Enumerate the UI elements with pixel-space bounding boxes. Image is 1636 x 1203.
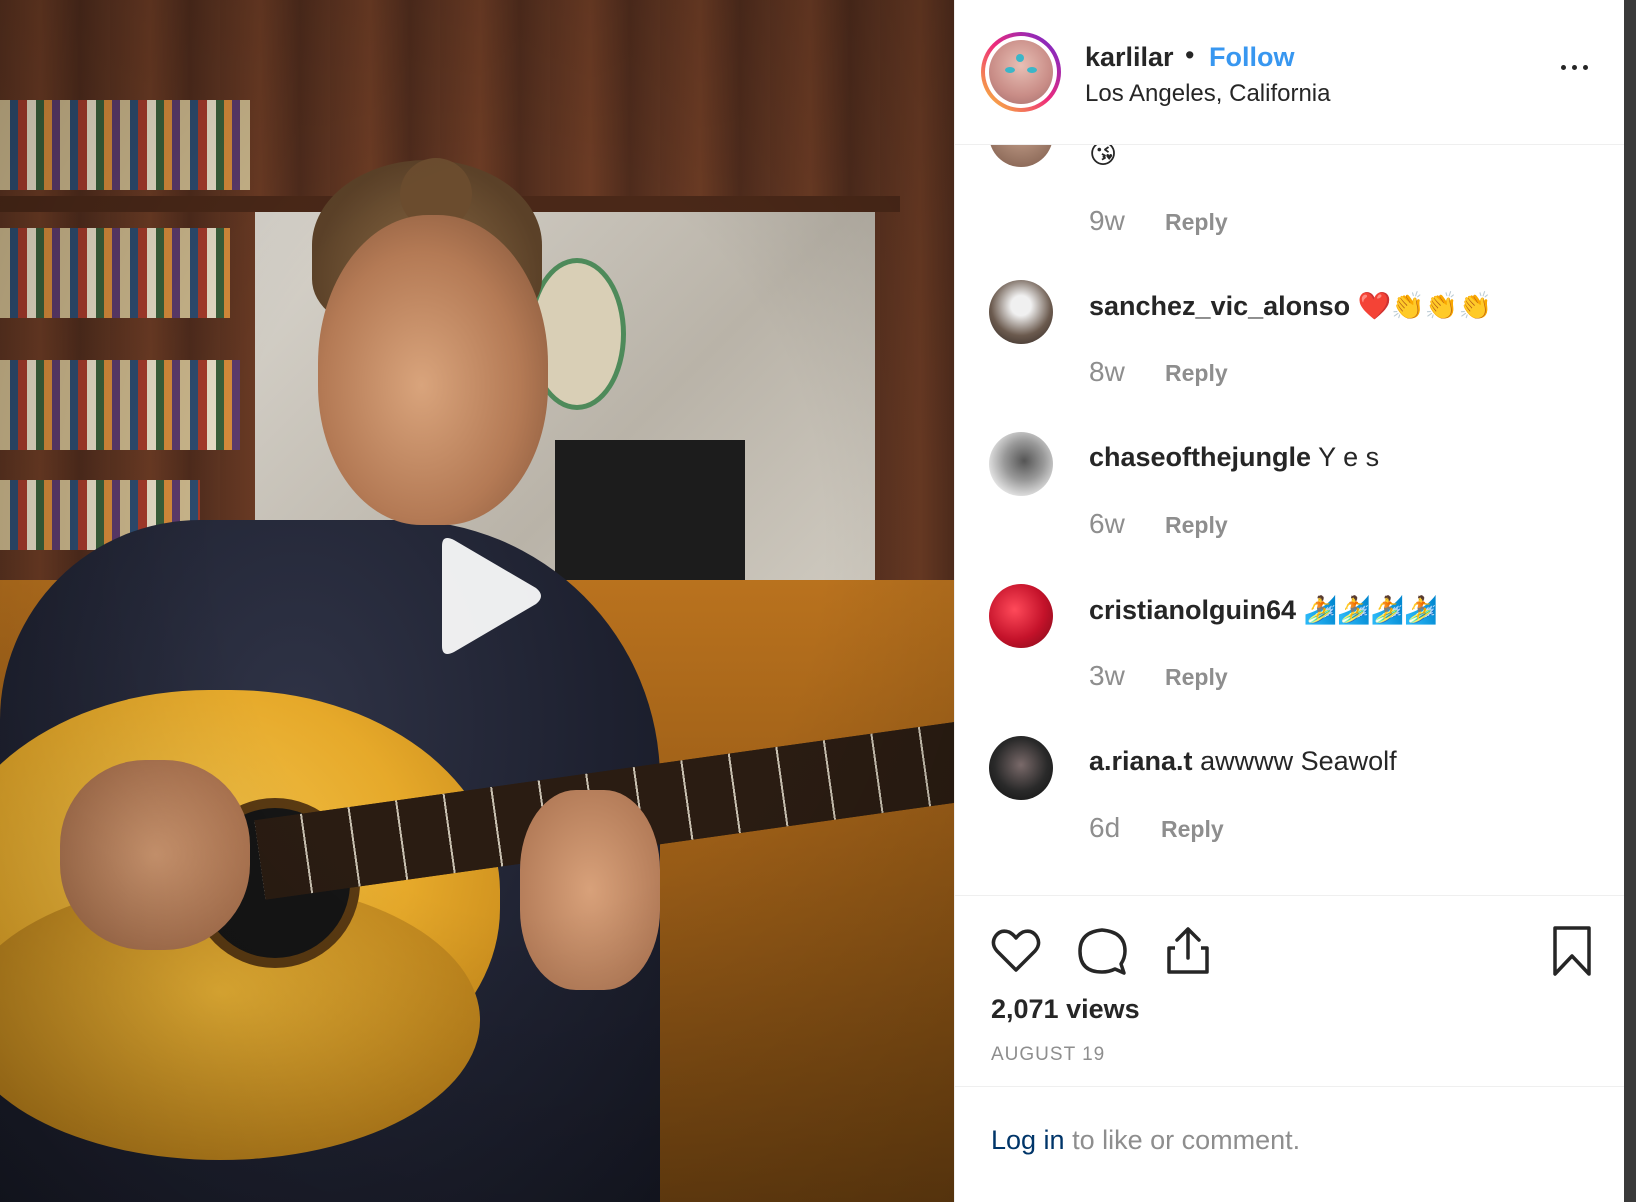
login-rest-text: to like or comment.	[1064, 1125, 1301, 1155]
author-username[interactable]: karlilar	[1085, 42, 1174, 73]
share-icon	[1167, 927, 1209, 974]
reply-button[interactable]: Reply	[1165, 512, 1228, 539]
comment-username[interactable]: chaseofthejungle	[1089, 442, 1311, 472]
avatar-third-eye	[1016, 54, 1024, 62]
commenter-avatar[interactable]	[989, 736, 1053, 800]
commenter-avatar[interactable]	[989, 584, 1053, 648]
more-dot	[1572, 65, 1577, 70]
save-button[interactable]	[1545, 924, 1599, 978]
avatar-eye-left	[1005, 67, 1015, 73]
play-icon	[442, 538, 541, 654]
login-prompt: Log in to like or comment.	[955, 1086, 1625, 1203]
comment-emoji: 🏄🏄🏄🏄	[1303, 595, 1439, 626]
avatar-border	[985, 36, 1057, 108]
commenter-avatar[interactable]	[989, 432, 1053, 496]
comment-text: chaseofthejungle Y e s	[1089, 442, 1379, 473]
comment-item: chaseofthejungle Y e s 6w Reply	[955, 432, 1625, 582]
bookmark-icon	[1553, 926, 1591, 976]
comment-item: a.riana.t awwww Seawolf 6d Reply	[955, 736, 1625, 886]
post-location[interactable]: Los Angeles, California	[1085, 80, 1330, 108]
comment-username[interactable]: cristianolguin64	[1089, 595, 1296, 625]
comment-emoji: ❤️👏👏👏	[1357, 291, 1493, 322]
comment-time[interactable]: 6d	[1089, 812, 1120, 844]
heart-icon	[991, 929, 1041, 972]
comments-list[interactable]: 😘 9w Reply sanchez_vic_alonso ❤️👏👏👏 8w R…	[955, 145, 1625, 893]
reply-button[interactable]: Reply	[1161, 816, 1224, 843]
reply-button[interactable]: Reply	[1165, 664, 1228, 691]
comment-text: 😘	[1089, 145, 1117, 170]
comment-button[interactable]	[1075, 924, 1129, 978]
video-player[interactable]	[0, 0, 954, 1202]
reply-button[interactable]: Reply	[1165, 360, 1228, 387]
avatar-eye-right	[1027, 67, 1037, 73]
comment-item: sanchez_vic_alonso ❤️👏👏👏 8w Reply	[955, 280, 1625, 430]
more-horizontal-icon	[1561, 65, 1566, 70]
header-separator: •	[1185, 40, 1195, 70]
more-options-button[interactable]	[1555, 52, 1595, 82]
post-date[interactable]: AUGUST 19	[991, 1044, 1105, 1066]
post-side-panel: karlilar • Follow Los Angeles, Californi…	[954, 0, 1625, 1202]
like-button[interactable]	[989, 924, 1043, 978]
post-actions: 2,071 views AUGUST 19	[955, 895, 1625, 1086]
comment-time[interactable]: 9w	[1089, 205, 1125, 237]
more-dot	[1583, 65, 1588, 70]
share-button[interactable]	[1161, 924, 1215, 978]
avatar-image	[989, 40, 1053, 104]
comment-time[interactable]: 3w	[1089, 660, 1125, 692]
comment-username[interactable]: sanchez_vic_alonso	[1089, 291, 1350, 321]
commenter-avatar[interactable]	[989, 145, 1053, 167]
comment-body: awwww Seawolf	[1200, 746, 1397, 776]
post-header: karlilar • Follow Los Angeles, Californi…	[955, 0, 1625, 145]
play-button[interactable]	[412, 528, 552, 668]
comment-text: sanchez_vic_alonso ❤️👏👏👏	[1089, 290, 1492, 322]
comment-time[interactable]: 6w	[1089, 508, 1125, 540]
commenter-avatar[interactable]	[989, 280, 1053, 344]
comment-body: Y e s	[1318, 442, 1380, 472]
comment-text: cristianolguin64 🏄🏄🏄🏄	[1089, 594, 1438, 626]
login-text: Log in to like or comment.	[991, 1125, 1300, 1156]
view-count[interactable]: 2,071 views	[991, 994, 1140, 1025]
follow-button[interactable]: Follow	[1209, 42, 1294, 73]
author-avatar[interactable]	[981, 32, 1061, 112]
comment-username[interactable]: a.riana.t	[1089, 746, 1193, 776]
comment-icon	[1078, 928, 1127, 975]
reply-button[interactable]: Reply	[1165, 209, 1228, 236]
comment-item: 😘 9w Reply	[955, 145, 1625, 253]
comment-item: cristianolguin64 🏄🏄🏄🏄 3w Reply	[955, 584, 1625, 734]
comment-text: a.riana.t awwww Seawolf	[1089, 746, 1397, 777]
login-link[interactable]: Log in	[991, 1125, 1065, 1155]
comment-time[interactable]: 8w	[1089, 356, 1125, 388]
comment-emoji: 😘	[1089, 145, 1118, 170]
backdrop-edge	[1624, 0, 1636, 1202]
